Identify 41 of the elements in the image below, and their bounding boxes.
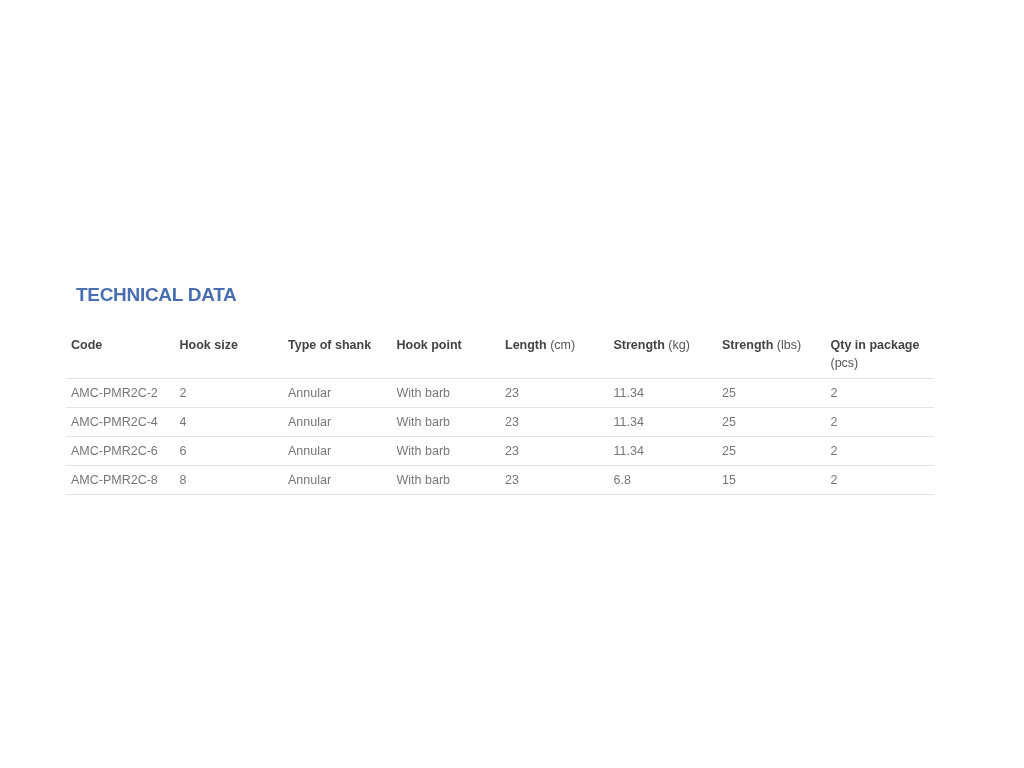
table-cell: 23	[500, 465, 609, 495]
column-header: Hook point	[391, 330, 500, 379]
table-cell: 23	[500, 378, 609, 408]
column-header: Hook size	[174, 330, 283, 379]
column-header: Code	[66, 330, 175, 379]
column-header: Strength (lbs)	[717, 330, 826, 379]
table-cell: 25	[717, 378, 826, 408]
column-header: Type of shank	[283, 330, 392, 379]
table-cell: 2	[825, 407, 934, 437]
table-cell: 6.8	[608, 465, 717, 495]
table-cell: Annular	[283, 407, 392, 437]
table-cell: With barb	[391, 436, 500, 466]
table-cell: 25	[717, 436, 826, 466]
column-header: Strength (kg)	[608, 330, 717, 379]
table-cell: 8	[174, 465, 283, 495]
column-header: Qty in package (pcs)	[825, 330, 934, 379]
table-cell: Annular	[283, 436, 392, 466]
table-cell: 2	[174, 378, 283, 408]
table-cell: Annular	[283, 465, 392, 495]
table-cell: 25	[717, 407, 826, 437]
table-cell: AMC-PMR2C-4	[66, 407, 175, 437]
table-cell: AMC-PMR2C-2	[66, 378, 175, 408]
table-cell: AMC-PMR2C-8	[66, 465, 175, 495]
table-cell: Annular	[283, 378, 392, 408]
table-cell: 2	[825, 465, 934, 495]
table-cell: 11.34	[608, 378, 717, 408]
table-cell: 6	[174, 436, 283, 466]
table-cell: 2	[825, 378, 934, 408]
table-cell: 23	[500, 407, 609, 437]
table-cell: With barb	[391, 378, 500, 408]
table-cell: AMC-PMR2C-6	[66, 436, 175, 466]
table-cell: 11.34	[608, 436, 717, 466]
table-cell: 2	[825, 436, 934, 466]
table-cell: 23	[500, 436, 609, 466]
section-title: TECHNICAL DATA	[76, 284, 238, 306]
table-cell: With barb	[391, 407, 500, 437]
table-cell: 11.34	[608, 407, 717, 437]
column-header: Length (cm)	[500, 330, 609, 379]
table-cell: 15	[717, 465, 826, 495]
table-cell: With barb	[391, 465, 500, 495]
table-cell: 4	[174, 407, 283, 437]
